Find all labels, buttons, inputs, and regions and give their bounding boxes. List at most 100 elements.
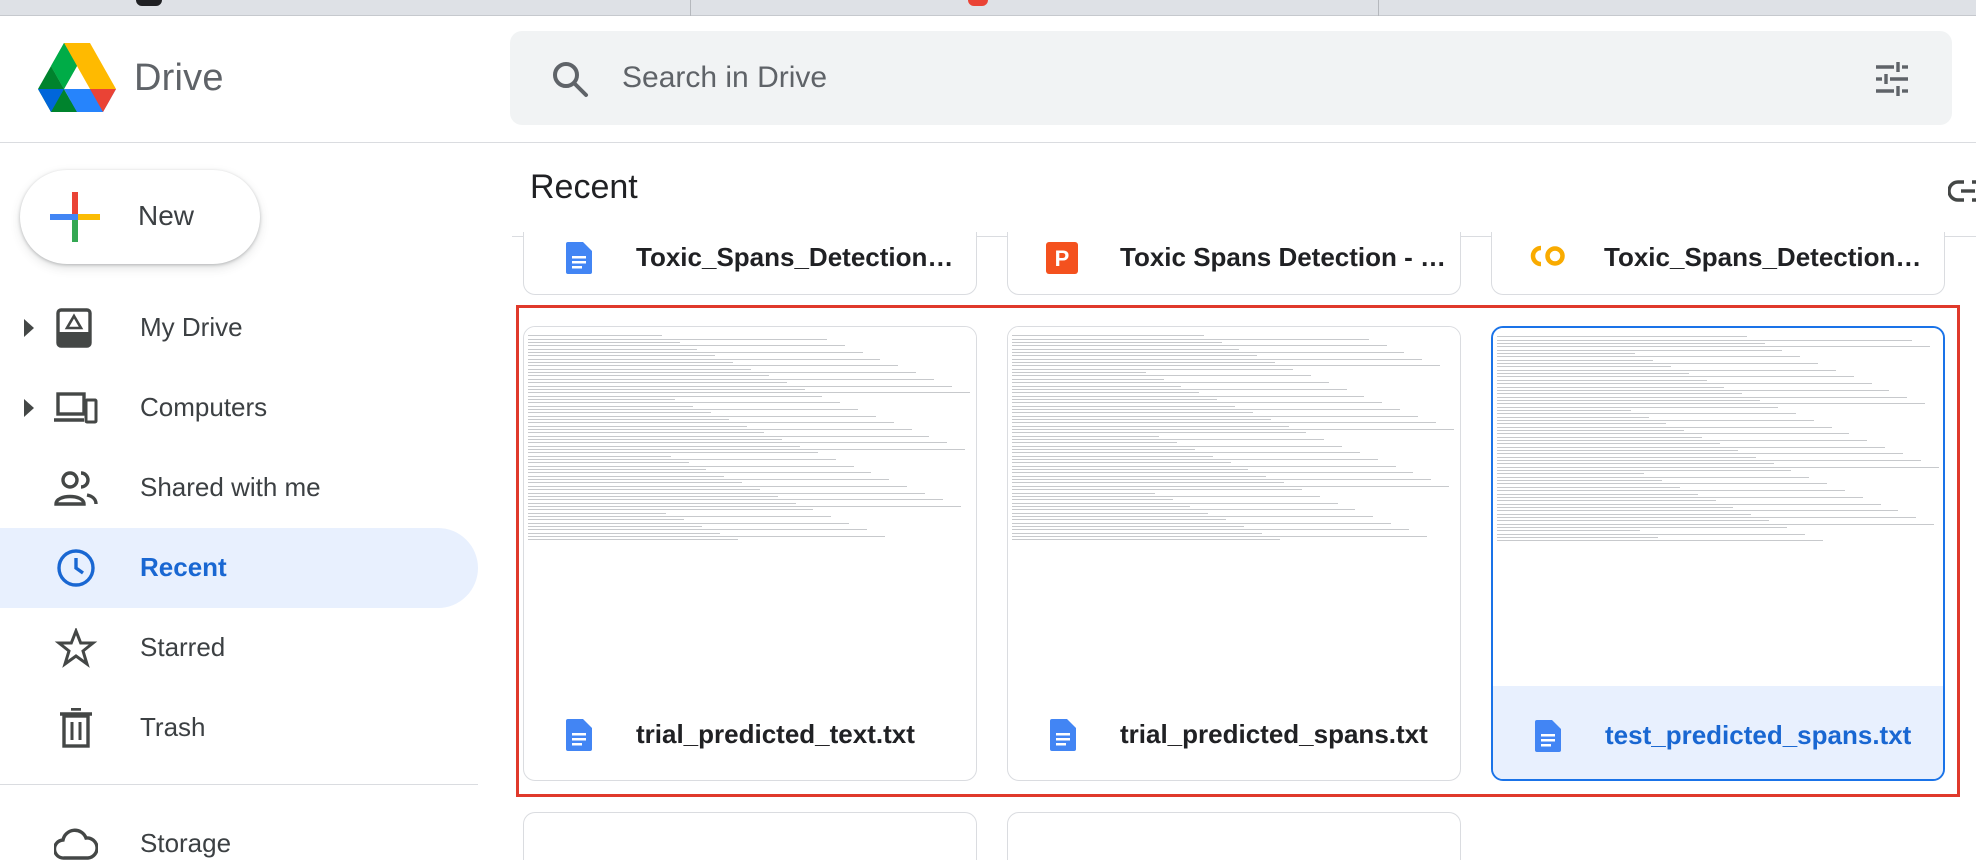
file-thumbnail	[1008, 327, 1460, 685]
search-icon[interactable]	[550, 59, 590, 99]
file-card-trial-predicted-spans[interactable]: trial_predicted_spans.txt	[1007, 326, 1461, 781]
thumbnail-text-line	[528, 368, 751, 370]
thumbnail-text-line	[528, 425, 747, 427]
page-title: Recent	[530, 168, 638, 206]
thumbnail-text-line	[1012, 348, 1240, 350]
thumbnail-text-line	[528, 535, 885, 537]
sidebar-item-shared-with-me[interactable]: Shared with me	[0, 448, 478, 528]
thumbnail-text-line	[1497, 353, 1636, 355]
thumbnail-text-line	[1497, 413, 1796, 415]
drive-logo-icon[interactable]	[38, 43, 116, 113]
thumbnail-text-line	[1497, 483, 1828, 485]
sidebar-item-storage[interactable]: Storage	[0, 804, 478, 860]
thumbnail-text-line	[1497, 460, 1921, 462]
thumbnail-text-line	[1497, 433, 1850, 435]
svg-text:P: P	[1055, 246, 1070, 271]
my-drive-icon	[56, 308, 92, 348]
thumbnail-text-line	[528, 412, 711, 414]
search-bar[interactable]	[510, 31, 1952, 125]
expand-arrow-icon[interactable]	[22, 397, 36, 419]
thumbnail-text-line	[1497, 349, 1783, 351]
file-card[interactable]: Toxic_Spans_Detection_P...	[523, 232, 977, 295]
new-button[interactable]: New	[20, 170, 260, 264]
thumbnail-text-line	[1497, 386, 1725, 388]
thumbnail-text-line	[1497, 393, 1743, 395]
search-input[interactable]	[622, 51, 1722, 105]
thumbnail-text-line	[1012, 515, 1374, 517]
thumbnail-text-line	[1012, 522, 1392, 524]
thumbnail-text-line	[1497, 369, 1836, 371]
thumbnail-text-line	[1497, 376, 1854, 378]
sidebar-item-my-drive[interactable]: My Drive	[0, 288, 478, 368]
browser-tab-strip	[0, 0, 1976, 16]
thumbnail-text-line	[1497, 359, 1654, 361]
thumbnail-text-line	[528, 352, 863, 354]
thumbnail-text-line	[528, 505, 961, 507]
thumbnail-text-line	[528, 365, 899, 367]
thumbnail-text-line	[1012, 512, 1209, 514]
thumbnail-text-line	[1012, 435, 1160, 437]
thumbnail-text-line	[1012, 342, 1222, 344]
file-card-test-predicted-spans[interactable]: test_predicted_spans.txt	[1491, 326, 1945, 781]
tab-favicon	[968, 0, 988, 6]
thumbnail-text-line	[1012, 455, 1213, 457]
thumbnail-text-line	[1012, 439, 1325, 440]
thumbnail-text-line	[1497, 456, 1756, 458]
file-card-footer: trial_predicted_text.txt	[524, 685, 976, 780]
file-card[interactable]: P Toxic Spans Detection - S...	[1007, 232, 1461, 295]
sidebar-item-recent[interactable]: Recent	[0, 528, 478, 608]
link-icon[interactable]	[1948, 178, 1976, 204]
thumbnail-text-line	[1497, 513, 1752, 515]
thumbnail-text-line	[528, 415, 876, 417]
new-button-label: New	[138, 200, 195, 231]
thumbnail-text-line	[528, 469, 707, 471]
file-card[interactable]	[523, 812, 977, 860]
file-card-trial-predicted-text[interactable]: trial_predicted_text.txt	[523, 326, 977, 781]
thumbnail-text-line	[528, 388, 805, 390]
tab-favicon	[136, 0, 162, 6]
google-docs-icon	[566, 242, 592, 274]
file-card[interactable]	[1007, 812, 1461, 860]
thumbnail-text-line	[1012, 415, 1418, 417]
thumbnail-text-line	[1012, 365, 1441, 367]
thumbnail-text-line	[1497, 336, 1747, 338]
thumbnail-text-line	[528, 422, 894, 424]
thumbnail-text-line	[1012, 479, 1432, 481]
search-options-icon[interactable]	[1872, 59, 1912, 99]
thumbnail-text-line	[1497, 440, 1868, 441]
sidebar-divider	[0, 784, 478, 785]
thumbnail-text-line	[528, 449, 966, 451]
thumbnail-text-line	[1012, 449, 1195, 451]
thumbnail-text-line	[1497, 463, 1774, 465]
expand-arrow-icon[interactable]	[22, 317, 36, 339]
file-name: test_predicted_spans.txt	[1605, 720, 1912, 750]
thumbnail-text-line	[1497, 540, 1823, 542]
thumbnail-text-line	[1497, 486, 1680, 488]
sidebar-item-starred[interactable]: Starred	[0, 608, 478, 688]
thumbnail-text-line	[1497, 476, 1810, 478]
thumbnail-text-line	[1012, 402, 1383, 404]
thumbnail-text-line	[528, 355, 716, 357]
sidebar-item-computers[interactable]: Computers	[0, 368, 478, 448]
storage-icon	[54, 828, 98, 860]
computers-icon	[54, 392, 98, 424]
thumbnail-text-line	[528, 452, 818, 454]
thumbnail-text-line	[1497, 346, 1930, 348]
thumbnail-text-line	[1012, 495, 1320, 497]
thumbnail-text-line	[528, 529, 867, 531]
file-card[interactable]: Toxic_Spans_Detection_P...	[1491, 232, 1945, 295]
app-header: Drive	[0, 17, 1976, 143]
thumbnail-text-line	[1012, 408, 1401, 410]
thumbnail-text-line	[1497, 403, 1926, 405]
sidebar-item-trash[interactable]: Trash	[0, 688, 478, 768]
thumbnail-text-line	[1012, 412, 1253, 414]
recent-icon	[57, 549, 95, 587]
thumbnail-text-line	[1012, 388, 1347, 390]
thumbnail-text-line	[1012, 362, 1276, 364]
thumbnail-text-line	[1497, 473, 1645, 475]
thumbnail-text-line	[1497, 373, 1689, 375]
app-title: Drive	[134, 57, 224, 99]
file-name: Toxic_Spans_Detection_P...	[636, 242, 966, 272]
thumbnail-text-line	[528, 335, 662, 337]
sidebar-item-label: Shared with me	[140, 472, 321, 502]
